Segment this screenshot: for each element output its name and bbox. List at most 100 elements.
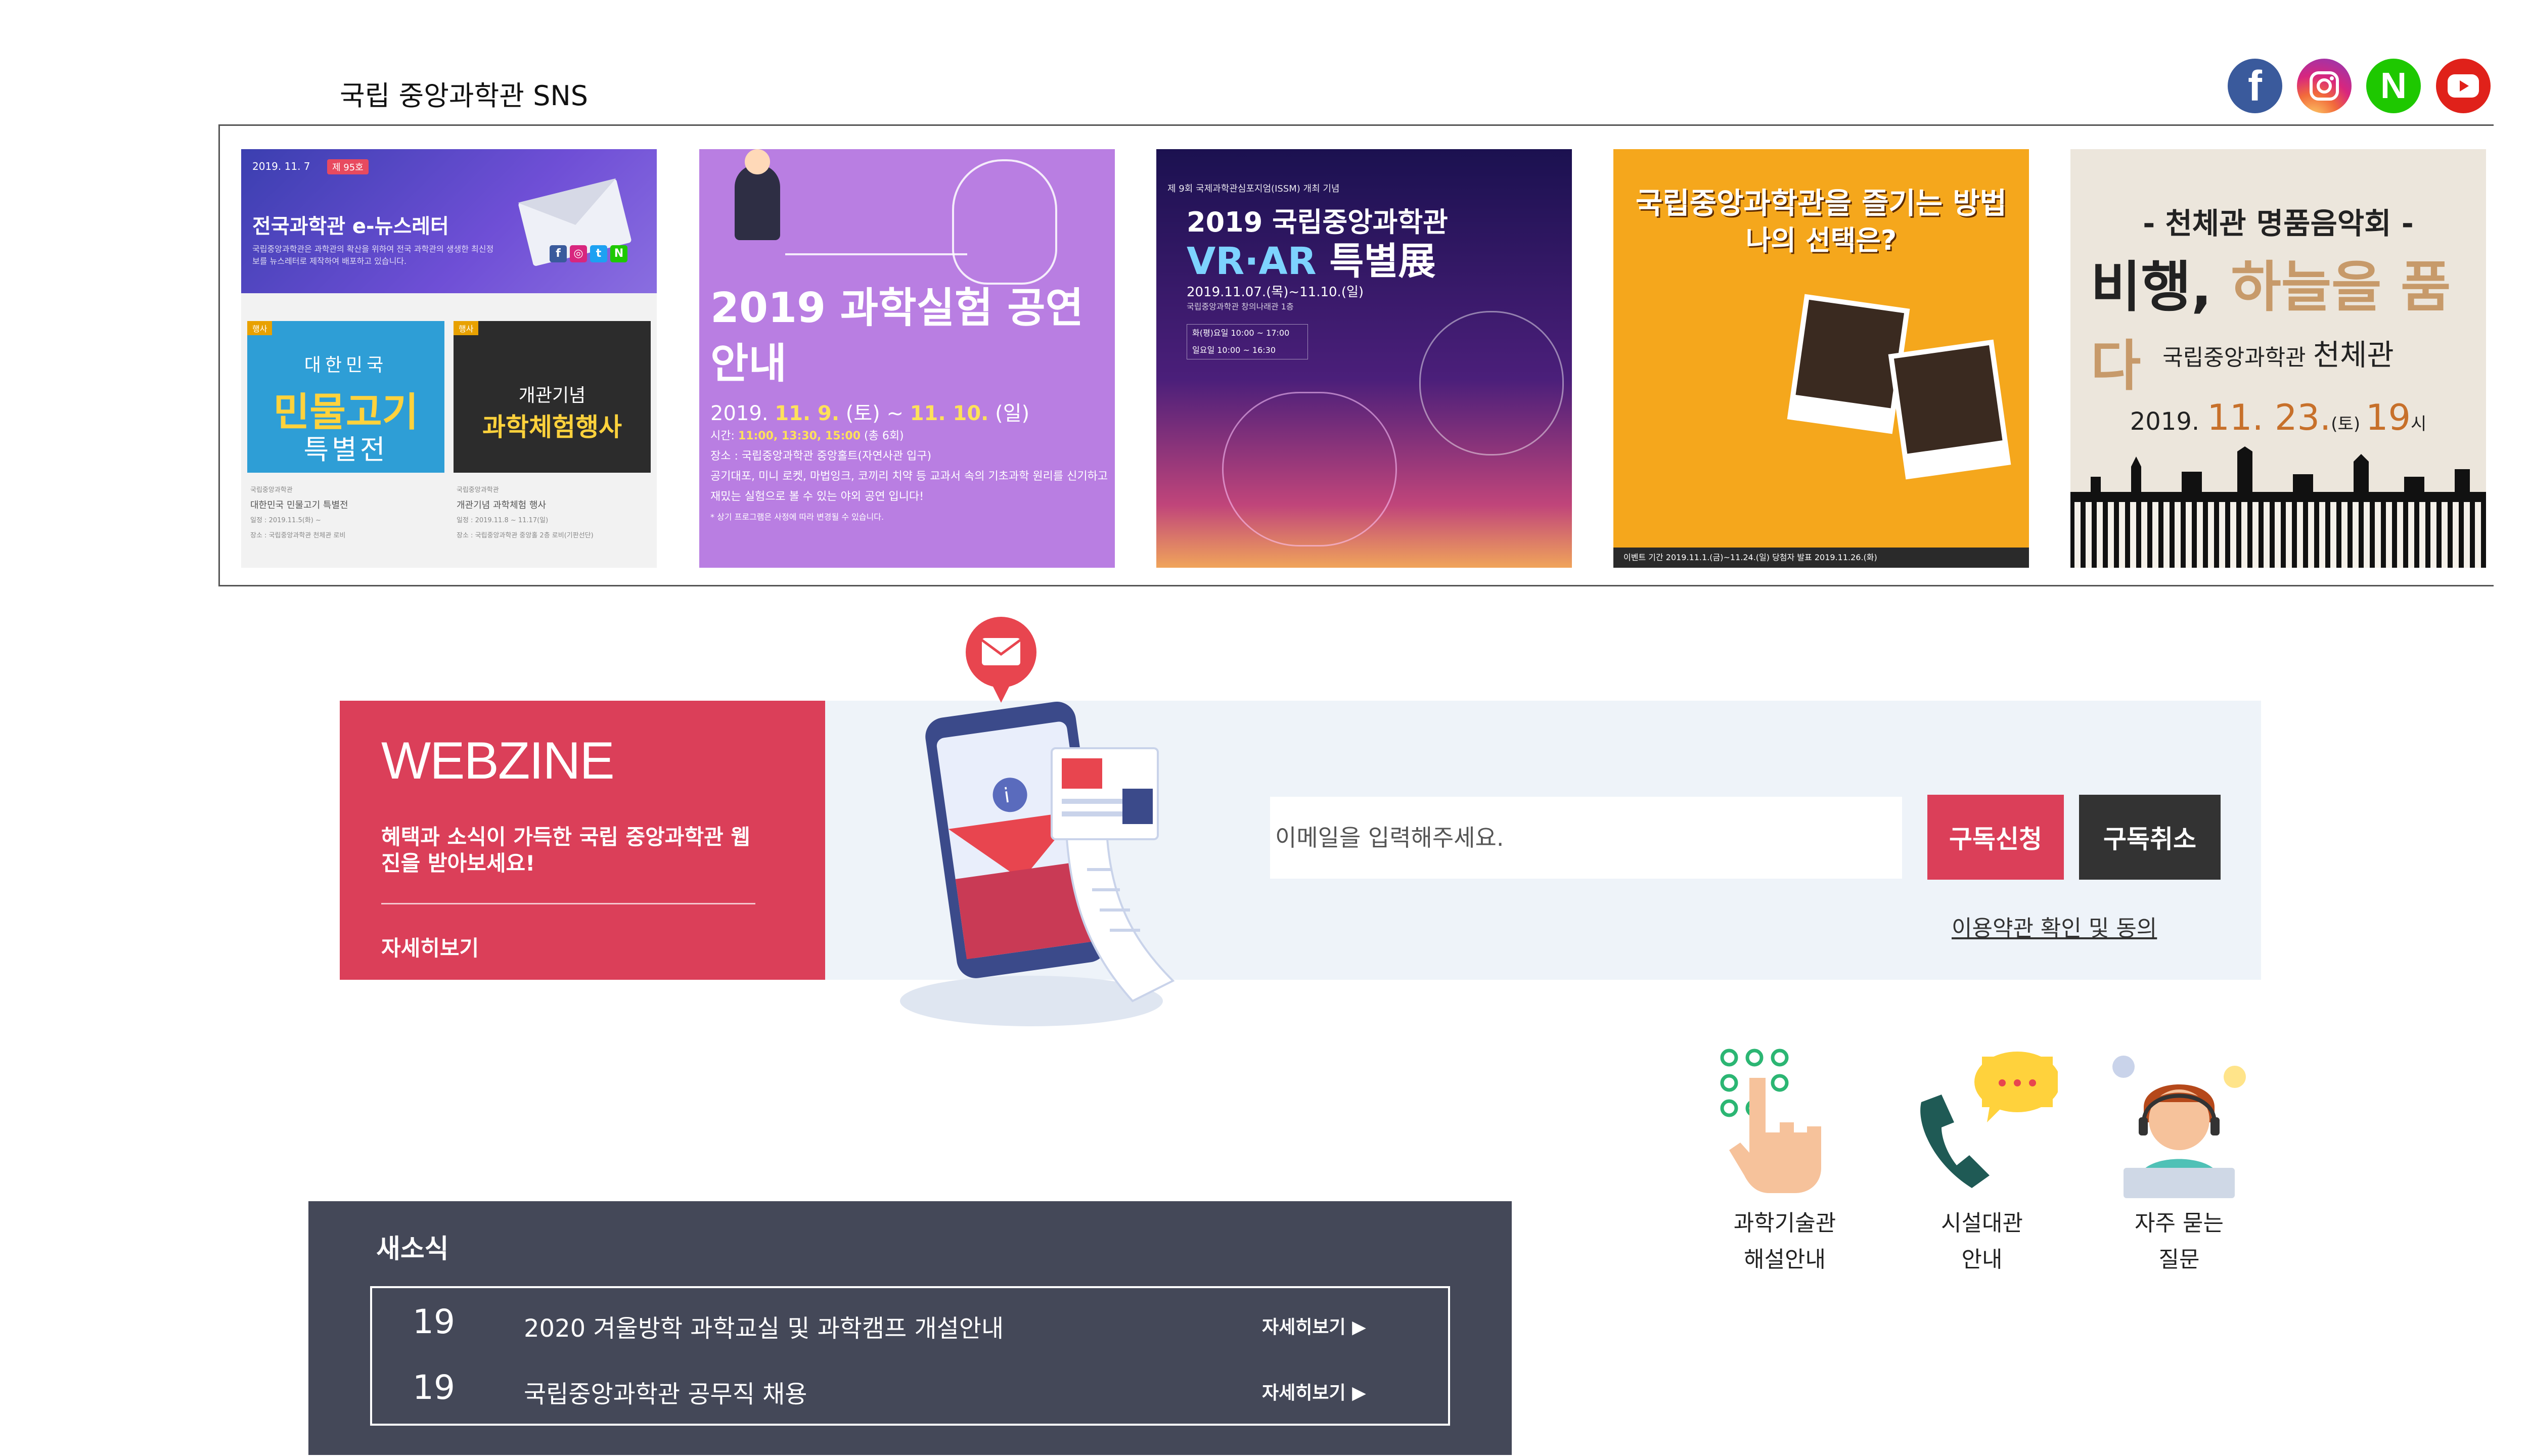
concert-venue: 국립중앙과학관 천체관 (2070, 331, 2486, 374)
event-subtitle: 나의 선택은? (1745, 224, 1897, 256)
sns-carousel: 2019. 11. 7 제 95호 전국과학관 e-뉴스레터 국립중앙과학관은 … (218, 124, 2494, 586)
subscribe-button[interactable]: 구독신청 (1927, 795, 2064, 880)
poster-line: 특별전 (303, 434, 388, 466)
event-period: 이벤트 기간 2019.11.1.(금)~11.24.(일) 당첨자 발표 20… (1613, 548, 2029, 568)
quick-link-facility-rental[interactable]: 시설대관안내 (1906, 1046, 2060, 1278)
quick-link-label: 시설대관 (1941, 1210, 2023, 1236)
show-info: 시간: 11:00, 13:30, 15:00 (총 6회) 장소 : 국립중앙… (710, 426, 1115, 527)
news-title: 새소식 (376, 1234, 449, 1264)
news-text[interactable]: 2020 겨울방학 과학교실 및 과학캠프 개설안내 (524, 1308, 1004, 1344)
planet-illustration (1419, 311, 1564, 456)
child-illustration (735, 149, 780, 240)
vr-hours-line: 일요일 10:00 ~ 16:30 (1192, 345, 1276, 355)
date-part: 19 (2365, 397, 2411, 438)
news-more-link[interactable]: 자세히보기 ▶ (1262, 1312, 1366, 1339)
piano-skyline-illustration (2070, 446, 2486, 568)
news-item[interactable]: 19 2020 겨울방학 과학교실 및 과학캠프 개설안내 자세히보기 ▶ (372, 1288, 1448, 1354)
divider (381, 903, 755, 904)
time-value: 11:00, 13:30, 15:00 (738, 430, 861, 442)
poster-line: 개관기념 (518, 385, 586, 406)
decorative-line (785, 253, 967, 255)
newsletter-banner: 2019. 11. 7 제 95호 전국과학관 e-뉴스레터 국립중앙과학관은 … (241, 149, 657, 293)
venue-name: 천체관 (2313, 338, 2394, 372)
poster-caption: 국립중앙과학관 대한민국 민물고기 특별전 일정 : 2019.11.5(화) … (250, 483, 447, 543)
youtube-icon[interactable] (2436, 59, 2491, 113)
sns-card-event[interactable]: 국립중앙과학관을 즐기는 방법 나의 선택은? 이벤트 기간 2019.11.1… (1613, 149, 2029, 568)
show-place: 장소 : 국립중앙과학관 중앙홀트(자연사관 입구) (710, 450, 932, 463)
poster-line: 대한민국 (304, 355, 388, 376)
date-part: 11. 10. (910, 402, 989, 425)
show-title: 2019 과학실험 공연안내 (710, 284, 1084, 388)
phone-chat-icon (1920, 1052, 2060, 1188)
date-part: 11. 23. (2207, 397, 2331, 438)
caption-org: 국립중앙과학관 (457, 486, 499, 494)
event-photo (1888, 339, 2011, 480)
unsubscribe-button[interactable]: 구독취소 (2079, 795, 2221, 880)
facebook-icon[interactable]: f (2228, 59, 2282, 113)
terms-agreement-link[interactable]: 이용약관 확인 및 동의 (1952, 910, 2157, 942)
quick-link-label: 자주 묻는 (2135, 1210, 2224, 1236)
facebook-icon: f (550, 245, 567, 262)
quick-link-label: 과학기술관 (1733, 1210, 1836, 1236)
show-date: 2019. 11. 9. (토) ~ 11. 10. (일) (710, 397, 1029, 426)
sns-card-science-show[interactable]: 2019 과학실험 공연안내 2019. 11. 9. (토) ~ 11. 10… (699, 149, 1115, 568)
vr-top-text: 제 9회 국제과학관심포지엄(ISSM) 개최 기념 (1167, 184, 1340, 194)
show-desc: 공기대포, 미니 로켓, 마법잉크, 코끼리 치약 등 교과서 속의 기초과학 … (710, 470, 1108, 503)
quick-link-label: 안내 (1961, 1247, 2003, 1272)
date-part: 2019. (710, 402, 775, 425)
news-list: 19 2020 겨울방학 과학교실 및 과학캠프 개설안내 자세히보기 ▶ 19… (370, 1286, 1450, 1426)
caption-org: 국립중앙과학관 (250, 486, 293, 494)
poster-badge: 행사 (247, 321, 273, 335)
news-item[interactable]: 19 국립중앙과학관 공무직 채용 자세히보기 ▶ (372, 1354, 1448, 1420)
news-panel: 새소식 19 2020 겨울방학 과학교실 및 과학캠프 개설안내 자세히보기 … (308, 1201, 1512, 1455)
vr-hours-line: 화(평)요일 10:00 ~ 17:00 (1192, 328, 1290, 338)
quick-link-label: 질문 (2158, 1247, 2200, 1272)
sns-section-title: 국립 중앙과학관 SNS (340, 80, 589, 112)
date-part: (토) ~ (839, 402, 910, 425)
vr-hours: 화(평)요일 10:00 ~ 17:00 일요일 10:00 ~ 16:30 (1187, 324, 1308, 359)
newsletter-date: 2019. 11. 7 (252, 160, 310, 172)
newsletter-subtitle: 국립중앙과학관은 과학관의 확산을 위하여 전국 과학관의 생생한 최신정보를 … (252, 244, 494, 266)
caption-place: 장소 : 국립중앙과학관 천체관 로비 (250, 532, 346, 539)
naver-icon[interactable]: N (2366, 59, 2421, 113)
caption-title: 대한민국 민물고기 특별전 (250, 500, 348, 511)
quick-link-exhibit-guide[interactable]: 과학기술관 해설안내 (1709, 1046, 1861, 1278)
sns-card-newsletter[interactable]: 2019. 11. 7 제 95호 전국과학관 e-뉴스레터 국립중앙과학관은 … (241, 149, 657, 568)
news-more-link[interactable]: 자세히보기 ▶ (1262, 1378, 1366, 1404)
vr-ar-text: VR·AR (1187, 240, 1317, 283)
webzine-more-link[interactable]: 자세히보기 (381, 931, 479, 962)
venue-org: 국립중앙과학관 (2162, 345, 2313, 371)
vr-headset-illustration (1222, 392, 1397, 547)
caption-date: 일정 : 2019.11.5(화) ~ (250, 517, 321, 524)
concert-date: 2019. 11. 23.(토) 19시 (2070, 397, 2486, 438)
email-input[interactable] (1270, 797, 1902, 879)
concert-series: - 천체관 명품음악회 - (2143, 206, 2414, 241)
news-text[interactable]: 국립중앙과학관 공무직 채용 (524, 1374, 807, 1409)
event-title: 국립중앙과학관을 즐기는 방법 (1635, 186, 2007, 220)
quick-link-faq[interactable]: 자주 묻는질문 (2103, 1046, 2255, 1278)
instagram-icon[interactable] (2297, 59, 2352, 113)
caption-date: 일정 : 2019.11.8 ~ 11.17(일) (457, 517, 549, 524)
sns-card-concert[interactable]: - 천체관 명품음악회 - 비행, 하늘을 품다 국립중앙과학관 천체관 201… (2070, 149, 2486, 568)
sns-card-vr-ar[interactable]: 제 9회 국제과학관심포지엄(ISSM) 개최 기념 2019 국립중앙과학관 … (1156, 149, 1572, 568)
news-day: 19 (413, 1302, 455, 1341)
date-part: 2019. (2130, 407, 2207, 436)
poster-badge: 행사 (454, 321, 479, 335)
newsletter-issue-tag: 제 95호 (327, 159, 369, 174)
caption-title: 개관기념 과학체험 행사 (457, 500, 547, 511)
freshwater-fish-poster: 행사 대한민국 민물고기 특별전 (247, 321, 444, 473)
naver-icon: N (610, 245, 627, 262)
science-event-poster: 행사 개관기념 과학체험행사 (454, 321, 651, 473)
show-note: * 상기 프로그램은 사정에 따라 변경될 수 있습니다. (710, 512, 884, 522)
poster-caption: 국립중앙과학관 개관기념 과학체험 행사 일정 : 2019.11.8 ~ 11… (457, 483, 654, 543)
webzine-description: 혜택과 소식이 가득한 국립 중앙과학관 웹진을 받아보세요! (381, 825, 750, 876)
time-suffix: (총 6회) (861, 430, 904, 442)
caption-place: 장소 : 국립중앙과학관 중앙홀 2층 로비(기판선단) (457, 532, 594, 539)
twitter-icon: t (590, 245, 607, 262)
concert-title: 비행, 하늘을 품다 (2091, 243, 2486, 401)
webzine-title: WEBZINE (381, 732, 615, 790)
date-part: 11. 9. (775, 402, 840, 425)
vr-title-2: VR·AR 특별展 (1187, 231, 1436, 285)
vr-date: 2019.11.07.(목)~11.10.(일) (1187, 285, 1364, 300)
time-label: 시간: (710, 430, 738, 442)
